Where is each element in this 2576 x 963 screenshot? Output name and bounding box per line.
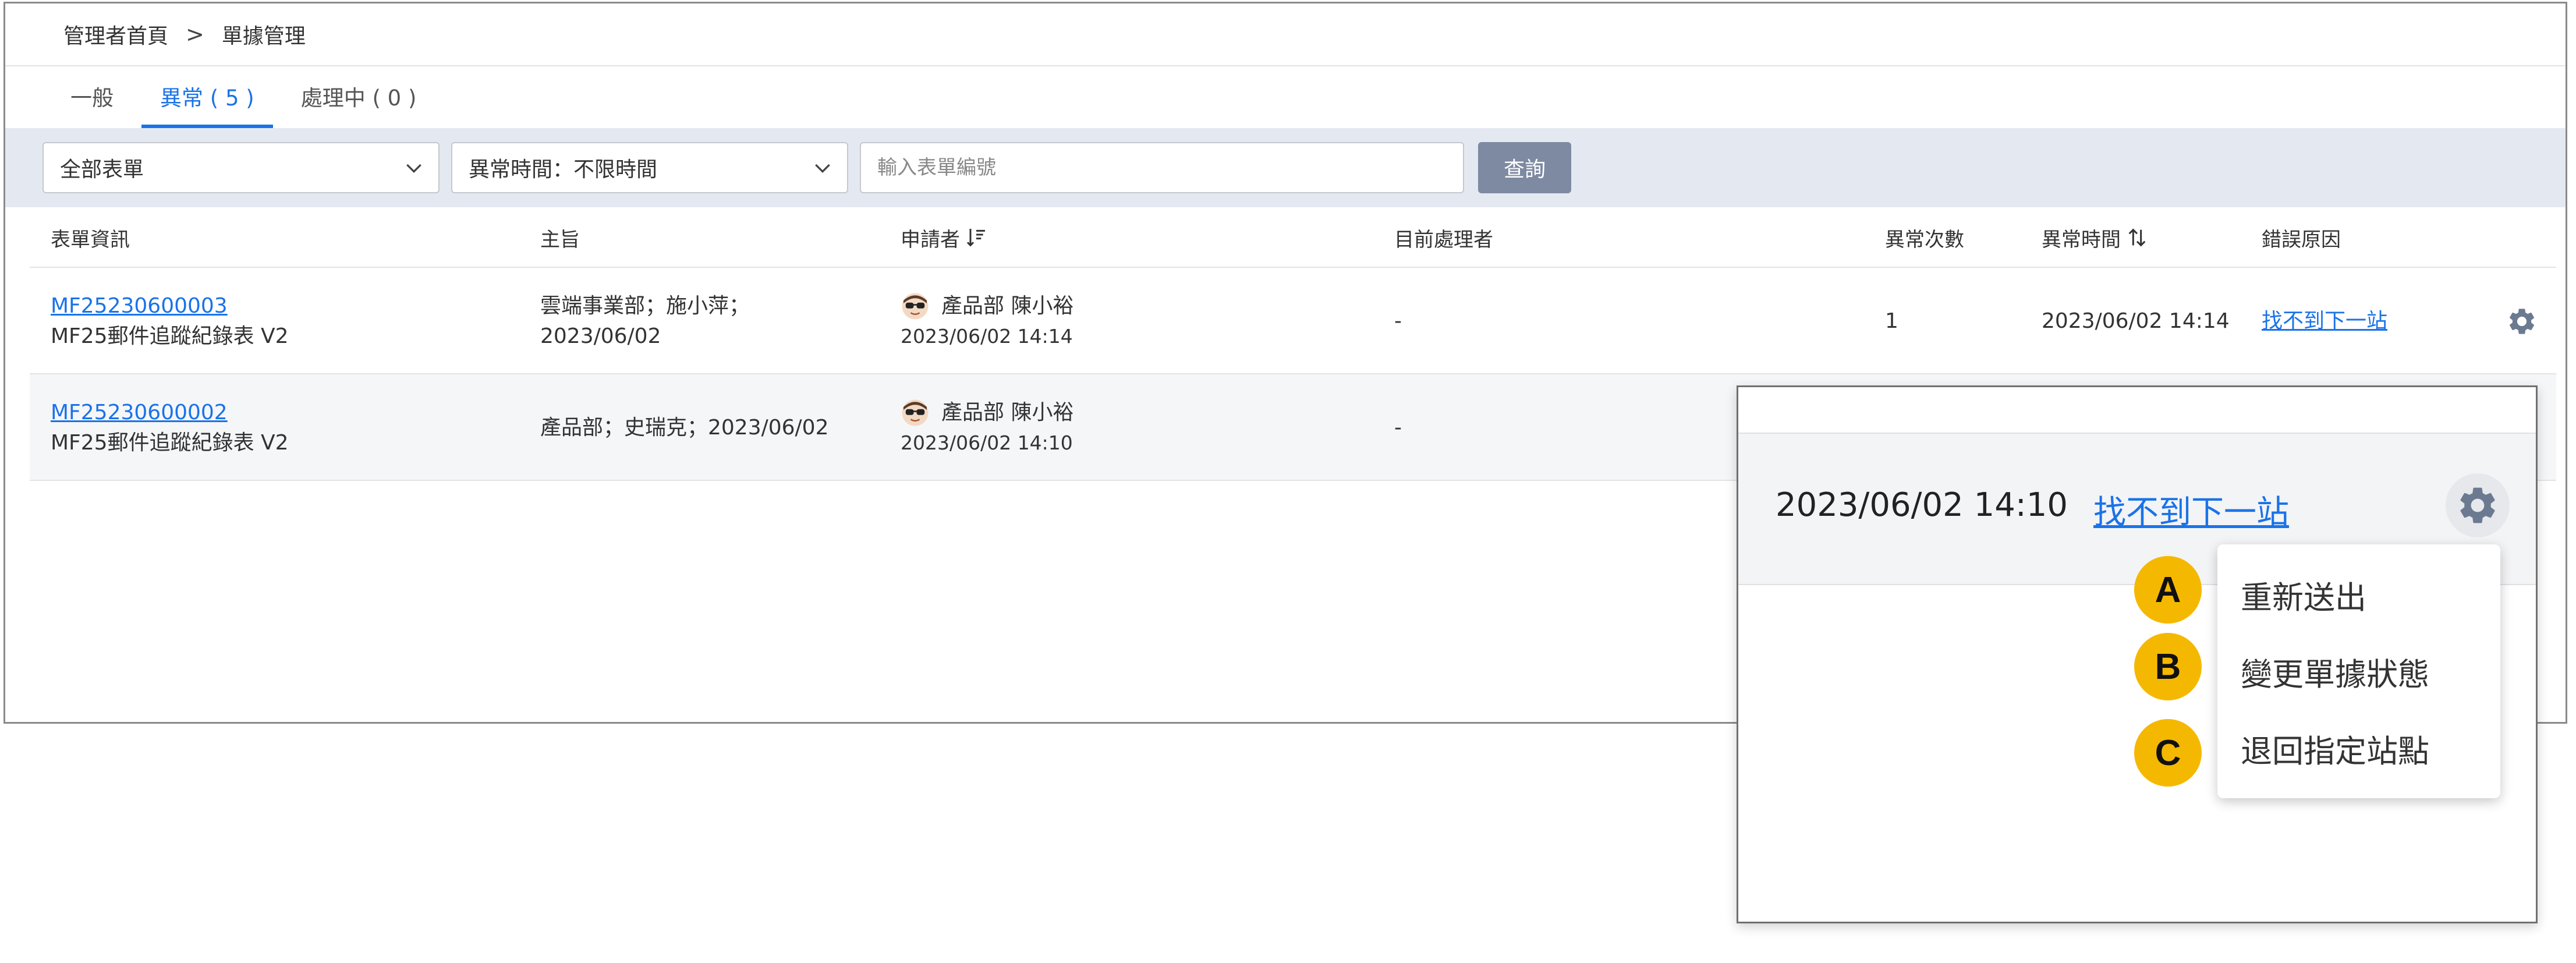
header-applicant[interactable]: 申請者 <box>901 207 988 268</box>
header-form-info: 表單資訊 <box>51 228 130 252</box>
subject-cell: 產品部；史瑞克；2023/06/02 <box>540 374 829 481</box>
subject-line-1: 雲端事業部；施小萍； <box>540 293 750 318</box>
breadcrumb-separator-icon: > <box>186 22 204 47</box>
applied-time: 2023/06/02 14:14 <box>901 324 1073 348</box>
header-current-handler: 目前處理者 <box>1394 228 1493 252</box>
header-abnormal-count: 異常次數 <box>1885 228 1964 252</box>
tab-processing[interactable]: 處理中 ( 0 ) <box>282 80 435 128</box>
subject-line-1: 產品部；史瑞克；2023/06/02 <box>540 415 829 440</box>
menu-item-resubmit[interactable]: 重新送出 <box>2217 556 2500 633</box>
applicant-name: 產品部 陳小裕 <box>941 293 1074 318</box>
row-action-menu: 重新送出 變更單據狀態 退回指定站點 <box>2217 544 2500 798</box>
menu-item-change-status[interactable]: 變更單據狀態 <box>2217 633 2500 710</box>
tab-bar: 一般 異常 ( 5 ) 處理中 ( 0 ) <box>5 66 2566 128</box>
header-subject: 主旨 <box>540 228 580 252</box>
avatar <box>902 399 929 426</box>
zoom-gear-button[interactable] <box>2446 473 2510 537</box>
row-actions-cell <box>2506 268 2538 374</box>
menu-item-return-to-station[interactable]: 退回指定站點 <box>2217 710 2500 787</box>
callout-badge-a: A <box>2134 556 2202 624</box>
breadcrumb-current: 單據管理 <box>221 24 306 48</box>
current-handler: - <box>1394 415 1402 440</box>
subject-cell: 雲端事業部；施小萍； 2023/06/02 <box>540 268 750 374</box>
table-row: MF25230600003 MF25郵件追蹤紀錄表 V2 雲端事業部；施小萍； … <box>30 268 2556 374</box>
form-type-select[interactable]: 全部表單 <box>42 142 440 193</box>
abnormal-time-select-value: 異常時間：不限時間 <box>469 158 658 182</box>
subject-line-2: 2023/06/02 <box>540 324 661 348</box>
avatar <box>902 293 929 319</box>
header-abnormal-time[interactable]: 異常時間 <box>2042 207 2149 268</box>
table-header: 表單資訊 主旨 申請者 目前處理者 異常次數 異常時間 錯誤原因 <box>30 207 2556 268</box>
applicant-name: 產品部 陳小裕 <box>941 400 1074 424</box>
form-number-input[interactable] <box>860 142 1464 193</box>
gear-icon <box>2460 487 2495 523</box>
form-name: MF25郵件追蹤紀錄表 V2 <box>51 324 289 348</box>
form-info-cell: MF25230600002 MF25郵件追蹤紀錄表 V2 <box>51 374 289 481</box>
chevron-down-icon <box>815 164 830 174</box>
header-abnormal-time-label: 異常時間 <box>2042 228 2121 252</box>
header-applicant-label: 申請者 <box>901 228 960 252</box>
error-reason-link[interactable]: 找不到下一站 <box>2262 306 2387 337</box>
tab-general[interactable]: 一般 <box>52 80 132 128</box>
applicant-line: 產品部 陳小裕 <box>901 398 1073 428</box>
query-button[interactable]: 查詢 <box>1478 142 1571 193</box>
zoom-error-reason-link[interactable]: 找不到下一站 <box>2093 486 2289 533</box>
breadcrumb-home[interactable]: 管理者首頁 <box>63 19 168 49</box>
abnormal-time-select[interactable]: 異常時間：不限時間 <box>451 142 848 193</box>
sort-icon[interactable] <box>2125 226 2149 249</box>
form-type-select-value: 全部表單 <box>60 158 144 182</box>
applicant-cell: 產品部 陳小裕 2023/06/02 14:10 <box>901 374 1073 481</box>
chevron-down-icon <box>406 164 421 174</box>
applicant-cell: 產品部 陳小裕 2023/06/02 14:14 <box>901 268 1073 374</box>
sort-descending-icon[interactable] <box>965 226 988 249</box>
applicant-line: 產品部 陳小裕 <box>901 291 1073 321</box>
form-info-cell: MF25230600003 MF25郵件追蹤紀錄表 V2 <box>51 268 289 374</box>
zoom-abnormal-time: 2023/06/02 14:10 <box>1776 486 2068 524</box>
header-error-reason: 錯誤原因 <box>2262 228 2341 252</box>
callout-badge-c: C <box>2134 719 2202 787</box>
zoom-header-band <box>1738 387 2536 434</box>
breadcrumb: 管理者首頁 > 單據管理 <box>5 3 2566 66</box>
abnormal-time: 2023/06/02 14:14 <box>2042 309 2230 333</box>
current-handler: - <box>1394 309 1402 333</box>
tab-abnormal[interactable]: 異常 ( 5 ) <box>141 80 273 128</box>
form-id-link[interactable]: MF25230600002 <box>51 398 289 428</box>
zoom-callout: 2023/06/02 14:10 找不到下一站 重新送出 變更單據狀態 退回指定… <box>1737 385 2538 923</box>
gear-icon[interactable] <box>2506 306 2538 337</box>
filter-bar: 全部表單 異常時間：不限時間 查詢 <box>5 128 2566 207</box>
abnormal-count: 1 <box>1885 309 1898 333</box>
form-name: MF25郵件追蹤紀錄表 V2 <box>51 430 289 455</box>
callout-badge-b: B <box>2134 633 2202 700</box>
applied-time: 2023/06/02 14:10 <box>901 431 1073 454</box>
error-reason-cell: 找不到下一站 <box>2262 268 2387 374</box>
form-id-link[interactable]: MF25230600003 <box>51 291 289 321</box>
